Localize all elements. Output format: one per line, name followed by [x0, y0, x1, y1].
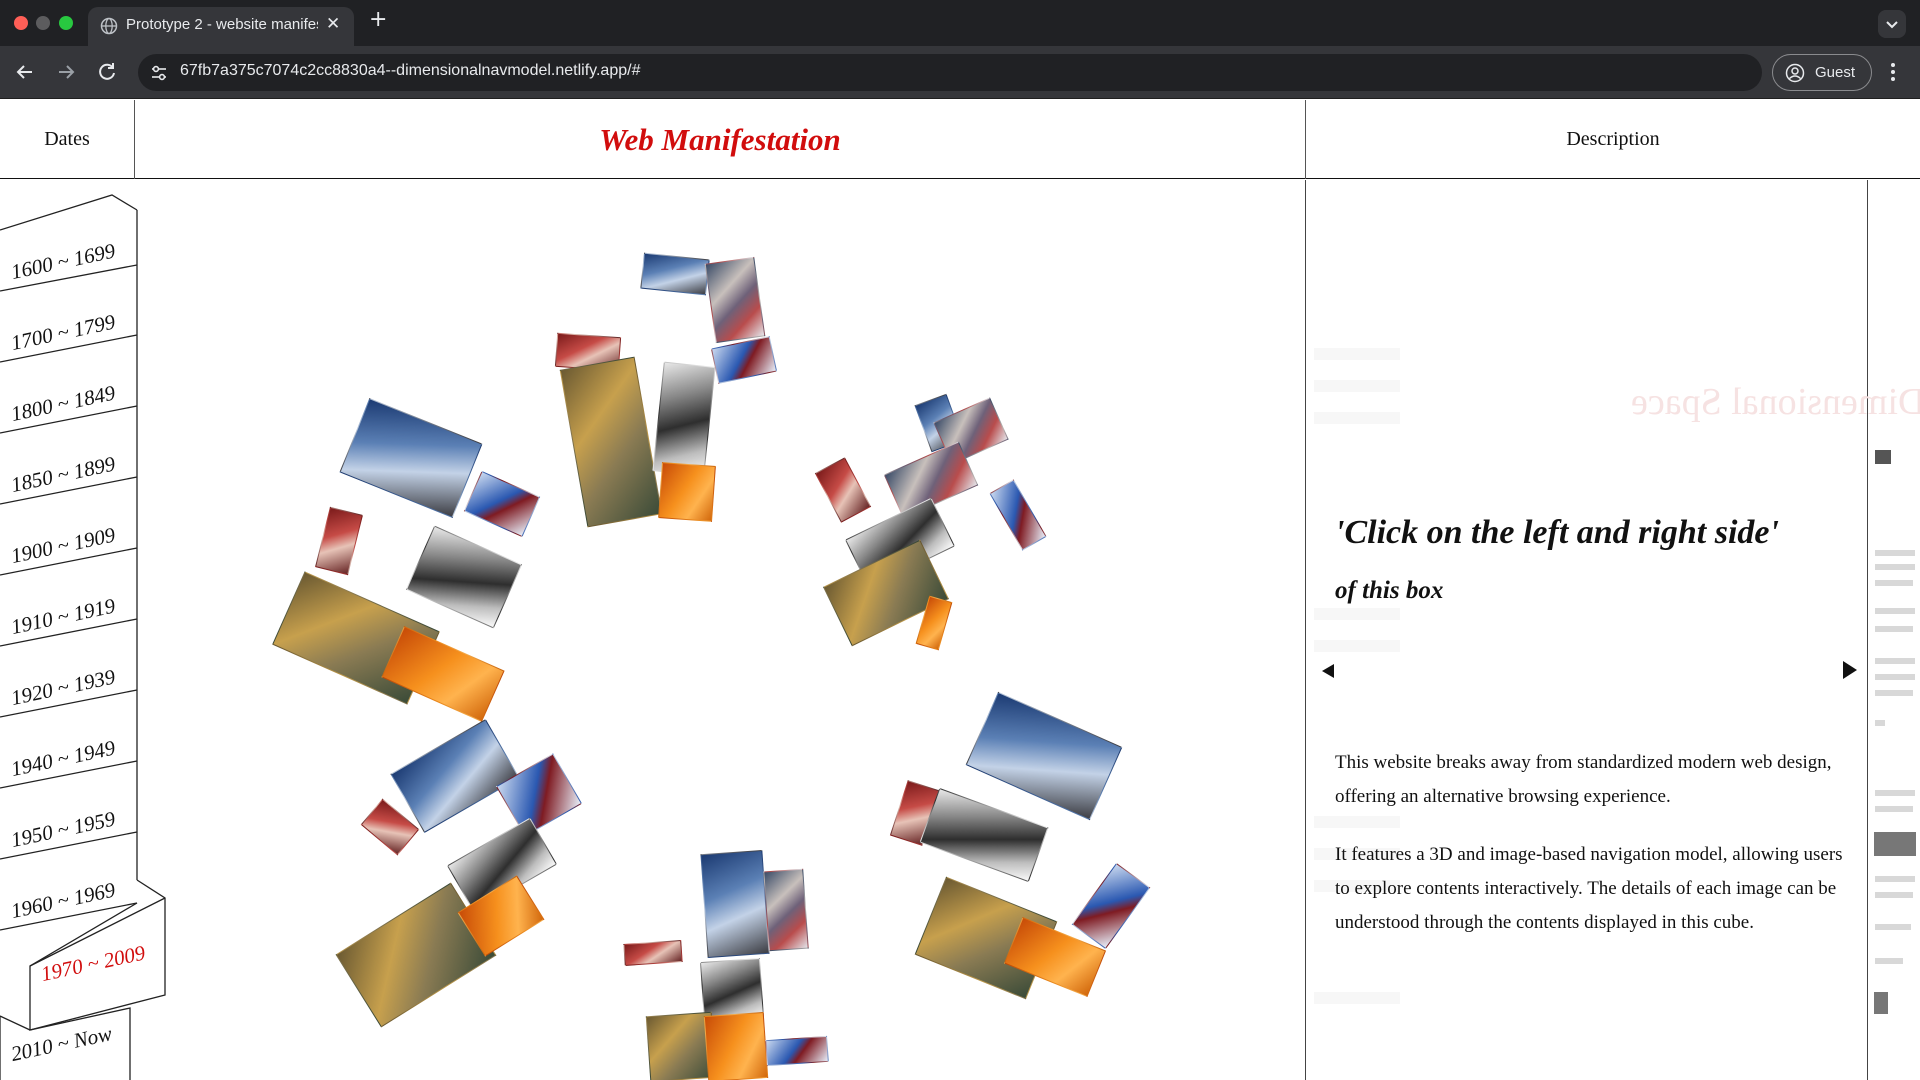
- tab-title: Prototype 2 - website manifestation: [126, 16, 318, 33]
- photo-tile[interactable]: [405, 525, 523, 629]
- next-arrow-icon[interactable]: [1839, 658, 1859, 682]
- photo-tile[interactable]: [652, 361, 716, 477]
- ghost-line: [1314, 412, 1400, 424]
- more-menu-icon[interactable]: [1886, 59, 1900, 85]
- photo-tile[interactable]: [765, 1035, 829, 1067]
- url-text: 67fb7a375c7074c2cc8830a4--dimensionalnav…: [180, 62, 641, 79]
- ghost-line: [1314, 608, 1400, 620]
- photo-tile[interactable]: [919, 787, 1049, 883]
- side-text-line: [1875, 720, 1885, 726]
- side-text-line: [1875, 580, 1913, 586]
- side-image: [1874, 992, 1888, 1014]
- side-text-line: [1875, 958, 1903, 964]
- image-cluster: [136, 180, 1304, 1080]
- side-text-line: [1875, 658, 1915, 664]
- ghost-line: [1314, 380, 1400, 392]
- close-window-button[interactable]: [14, 16, 28, 30]
- photo-tile[interactable]: [463, 470, 541, 538]
- photo-tile[interactable]: [381, 626, 505, 722]
- ghost-line: [1314, 992, 1400, 1004]
- photo-tile[interactable]: [559, 356, 663, 528]
- maximize-window-button[interactable]: [59, 16, 73, 30]
- side-text-line: [1875, 690, 1913, 696]
- photo-tile[interactable]: [339, 398, 483, 518]
- side-text-line: [1875, 450, 1891, 464]
- side-text-line: [1875, 806, 1913, 812]
- browser-tab[interactable]: Prototype 2 - website manifestation ✕: [88, 7, 354, 46]
- side-text-line: [1875, 674, 1915, 680]
- photo-tile[interactable]: [965, 691, 1123, 821]
- description-paragraph-2: It features a 3D and image-based navigat…: [1335, 844, 1843, 933]
- ghost-line: [1314, 348, 1400, 360]
- site-settings-icon[interactable]: [146, 60, 172, 86]
- tab-search-button[interactable]: [1878, 10, 1906, 38]
- minimize-window-button[interactable]: [36, 16, 50, 30]
- photo-tile[interactable]: [814, 457, 872, 523]
- ghost-line: [1314, 816, 1400, 828]
- profile-button[interactable]: Guest: [1772, 54, 1872, 91]
- side-image: [1874, 832, 1916, 856]
- page-title: Web Manifestation: [599, 121, 841, 157]
- forward-arrow-icon[interactable]: [52, 58, 80, 86]
- photo-tile[interactable]: [989, 479, 1047, 551]
- side-text-line: [1875, 626, 1913, 632]
- profile-label: Guest: [1815, 64, 1856, 81]
- cube-front-face: Dimensional Space 'Click on the left and…: [1305, 180, 1920, 1080]
- photo-tile[interactable]: [700, 849, 770, 959]
- dates-heading: Dates: [0, 100, 135, 179]
- photo-tile[interactable]: [1071, 862, 1151, 950]
- side-text-line: [1875, 892, 1913, 898]
- photo-tile[interactable]: [658, 462, 716, 522]
- page-header: Dates Web Manifestation Description: [0, 100, 1920, 179]
- side-text-line: [1875, 550, 1915, 556]
- navigation-hint-sub: of this box: [1335, 577, 1444, 604]
- ghost-line: [1314, 640, 1400, 652]
- side-text-line: [1875, 790, 1915, 796]
- description-paragraph-1: This website breaks away from standardiz…: [1335, 752, 1832, 807]
- reload-icon[interactable]: [93, 58, 121, 86]
- description-heading: Description: [1305, 100, 1920, 179]
- photo-tile[interactable]: [315, 506, 363, 576]
- photo-tile[interactable]: [640, 252, 710, 296]
- guest-profile-icon: [1785, 63, 1805, 83]
- navigation-hint: 'Click on the left and right side': [1335, 514, 1779, 551]
- side-text-line: [1875, 876, 1915, 882]
- description-cube: Dimensional Space 'Click on the left and…: [1305, 180, 1920, 1080]
- cube-side-face: [1869, 180, 1920, 1080]
- photo-tile[interactable]: [623, 940, 683, 966]
- globe-icon: [100, 17, 118, 35]
- photo-tile[interactable]: [390, 719, 520, 833]
- browser-tab-bar: Prototype 2 - website manifestation ✕ +: [0, 0, 1920, 46]
- previous-arrow-icon[interactable]: [1320, 660, 1338, 682]
- address-bar[interactable]: 67fb7a375c7074c2cc8830a4--dimensionalnav…: [138, 54, 1762, 91]
- side-text-line: [1875, 924, 1911, 930]
- photo-tile[interactable]: [703, 1011, 769, 1080]
- photo-tile[interactable]: [710, 336, 778, 384]
- side-text-line: [1875, 564, 1915, 570]
- side-text-line: [1875, 608, 1915, 614]
- new-tab-button[interactable]: +: [369, 7, 387, 32]
- back-arrow-icon[interactable]: [11, 58, 39, 86]
- browser-toolbar: 67fb7a375c7074c2cc8830a4--dimensionalnav…: [0, 46, 1920, 99]
- close-tab-icon[interactable]: ✕: [326, 14, 340, 34]
- photo-tile[interactable]: [763, 868, 809, 952]
- photo-tile[interactable]: [704, 256, 766, 344]
